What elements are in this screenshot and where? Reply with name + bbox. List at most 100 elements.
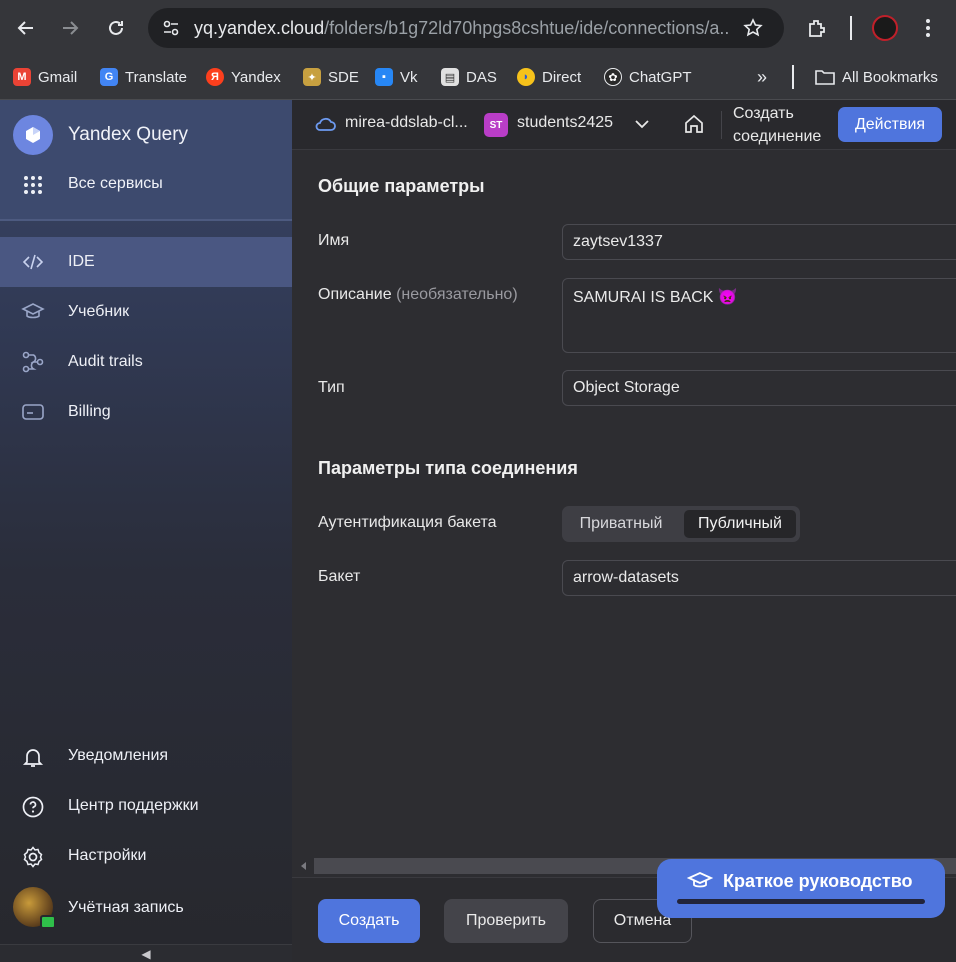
description-label: Описание (необязательно) bbox=[318, 286, 518, 303]
yandex-icon: Я bbox=[206, 68, 224, 86]
sidebar-item-notifications[interactable]: Уведомления bbox=[0, 735, 292, 779]
audit-trails-icon bbox=[22, 351, 44, 373]
forward-button[interactable] bbox=[54, 12, 86, 44]
credit-card-icon bbox=[22, 404, 44, 420]
auth-option-public[interactable]: Публичный bbox=[684, 510, 796, 538]
cloud-icon bbox=[315, 117, 336, 131]
translate-icon: G bbox=[100, 68, 118, 86]
folder-badge: ST bbox=[484, 113, 508, 137]
sidebar-item-audit-trails[interactable]: Audit trails bbox=[0, 337, 292, 387]
bookmarks-bar: M Gmail G Translate Я Yandex ✦ SDE ▪ Vk ▤ DAS … bbox=[0, 56, 956, 100]
star-icon[interactable] bbox=[743, 18, 763, 38]
guide-progress-bar bbox=[677, 899, 925, 904]
quick-guide-button[interactable]: Краткое руководство bbox=[657, 859, 945, 918]
document-icon: ▤ bbox=[441, 68, 459, 86]
sidebar-item-label: Центр поддержки bbox=[68, 797, 199, 814]
graduation-cap-icon bbox=[687, 872, 713, 888]
chevron-down-icon[interactable] bbox=[632, 114, 652, 134]
arrow-right-icon bbox=[63, 21, 79, 35]
sidebar-item-label: Audit trails bbox=[68, 353, 143, 370]
connection-params-title: Параметры типа соединения bbox=[318, 458, 578, 478]
yandex-query-logo[interactable] bbox=[13, 115, 53, 155]
type-label: Тип bbox=[318, 379, 345, 396]
scroll-left-icon[interactable] bbox=[300, 862, 308, 870]
triangle-left-icon: ◀ bbox=[141, 946, 151, 961]
sidebar-item-support[interactable]: Центр поддержки bbox=[0, 785, 292, 829]
sidebar-item-settings[interactable]: Настройки bbox=[0, 835, 292, 879]
bucket-auth-label: Аутентификация бакета bbox=[318, 514, 497, 531]
type-select[interactable]: Object Storage bbox=[562, 370, 956, 406]
sidebar-item-ide[interactable]: IDE bbox=[0, 237, 292, 287]
graduation-cap-icon bbox=[21, 303, 45, 319]
profile-avatar[interactable] bbox=[872, 15, 898, 41]
site-settings-icon[interactable] bbox=[162, 19, 180, 37]
bookmark-direct[interactable]: ◗ Direct bbox=[517, 66, 581, 88]
sidebar-item-label: IDE bbox=[68, 253, 95, 270]
reload-icon bbox=[109, 20, 123, 35]
sidebar-item-label: Billing bbox=[68, 403, 111, 420]
sidebar-item-label: Учебник bbox=[68, 303, 130, 320]
bookmark-chatgpt[interactable]: ✿ ChatGPT bbox=[604, 66, 692, 88]
sidebar-item-tutorial[interactable]: Учебник bbox=[0, 287, 292, 337]
bucket-field[interactable]: arrow-datasets bbox=[562, 560, 956, 596]
emblem-icon: ✦ bbox=[303, 68, 321, 86]
sidebar-header: Yandex Query Все сервисы bbox=[0, 100, 292, 221]
sidebar: Yandex Query Все сервисы IDE Учебник Aud… bbox=[0, 100, 292, 962]
bucket-label: Бакет bbox=[318, 568, 361, 585]
more-bookmarks-button[interactable]: » bbox=[757, 66, 767, 88]
sidebar-item-billing[interactable]: Billing bbox=[0, 387, 292, 437]
create-button[interactable]: Создать bbox=[318, 899, 420, 943]
top-bar: mirea-ddslab-cl... ST students2425 Созда… bbox=[292, 100, 956, 150]
sidebar-item-account[interactable]: Учётная запись bbox=[0, 887, 292, 931]
browser-toolbar: yq.yandex.cloud/folders/b1g72ld70hpgs8cs… bbox=[0, 0, 956, 56]
openai-icon: ✿ bbox=[604, 68, 622, 86]
bookmark-vk[interactable]: ▪ Vk bbox=[375, 66, 418, 88]
hexagon-logo-icon bbox=[26, 127, 40, 143]
name-label: Имя bbox=[318, 232, 350, 249]
reload-button[interactable] bbox=[100, 12, 132, 44]
toolbar-divider bbox=[850, 16, 852, 40]
sidebar-item-label: Учётная запись bbox=[68, 899, 184, 916]
address-bar[interactable]: yq.yandex.cloud/folders/b1g72ld70hpgs8cs… bbox=[148, 8, 784, 48]
topbar-divider bbox=[721, 111, 722, 139]
breadcrumb-folder[interactable]: students2425 bbox=[517, 114, 613, 132]
help-circle-icon bbox=[22, 796, 44, 818]
bookmark-sde[interactable]: ✦ SDE bbox=[303, 66, 359, 88]
all-services-link[interactable]: Все сервисы bbox=[68, 175, 163, 193]
arrow-left-icon bbox=[17, 21, 33, 35]
gmail-icon: M bbox=[13, 68, 31, 86]
sidebar-collapse-button[interactable]: ◀ bbox=[0, 944, 292, 962]
app-title[interactable]: Yandex Query bbox=[68, 124, 188, 146]
folder-icon bbox=[815, 70, 835, 85]
page-title: Создать соединение bbox=[733, 105, 822, 145]
bookmark-translate[interactable]: G Translate bbox=[100, 66, 187, 88]
back-button[interactable] bbox=[10, 12, 42, 44]
name-field[interactable]: zaytsev1337 bbox=[562, 224, 956, 260]
actions-button[interactable]: Действия bbox=[838, 107, 942, 142]
chat-bubble-icon: ▪ bbox=[375, 68, 393, 86]
main-content: mirea-ddslab-cl... ST students2425 Созда… bbox=[292, 100, 956, 962]
auth-option-private[interactable]: Приватный bbox=[566, 510, 676, 538]
description-field[interactable]: SAMURAI IS BACK 👿 bbox=[562, 278, 956, 353]
quick-guide-label: Краткое руководство bbox=[723, 871, 913, 891]
bell-icon bbox=[22, 749, 44, 767]
sidebar-item-label: Настройки bbox=[68, 847, 147, 864]
bookmark-yandex[interactable]: Я Yandex bbox=[206, 66, 281, 88]
grid-dots-icon bbox=[24, 176, 42, 194]
url-text: yq.yandex.cloud/folders/b1g72ld70hpgs8cs… bbox=[194, 18, 729, 38]
check-button[interactable]: Проверить bbox=[444, 899, 568, 943]
general-params-title: Общие параметры bbox=[318, 176, 485, 196]
bookmark-das[interactable]: ▤ DAS bbox=[441, 66, 497, 88]
home-icon[interactable] bbox=[682, 112, 706, 136]
bookmarks-divider bbox=[792, 65, 794, 89]
gear-icon bbox=[23, 846, 43, 868]
bookmark-gmail[interactable]: M Gmail bbox=[13, 66, 77, 88]
extensions-icon[interactable] bbox=[806, 17, 828, 39]
code-icon bbox=[22, 254, 44, 270]
all-bookmarks-button[interactable]: All Bookmarks bbox=[815, 66, 938, 88]
kebab-menu-icon[interactable] bbox=[918, 16, 938, 40]
avatar-badge bbox=[40, 915, 56, 929]
breadcrumb-cloud[interactable]: mirea-ddslab-cl... bbox=[345, 114, 468, 132]
sidebar-item-label: Уведомления bbox=[68, 747, 169, 764]
direct-icon: ◗ bbox=[517, 68, 535, 86]
